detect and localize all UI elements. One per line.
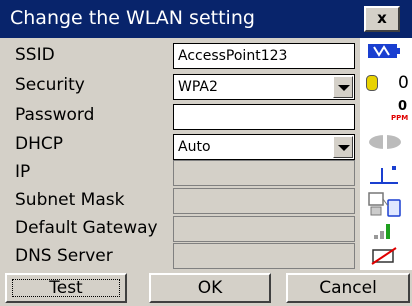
focus-rectangle <box>12 279 120 297</box>
subnet-mask-label: Subnet Mask <box>15 190 125 210</box>
gas-count: 0 <box>398 73 409 93</box>
ssid-label: SSID <box>15 45 55 65</box>
ip-label: IP <box>15 162 31 182</box>
security-dropdown-button[interactable] <box>333 76 353 98</box>
battery-icon <box>368 44 400 58</box>
title-bar: Change the WLAN setting x <box>0 0 412 38</box>
window-title: Change the WLAN setting <box>10 7 255 29</box>
ok-button-label: OK <box>197 278 223 298</box>
status-sidebar: 0 0 PPM <box>360 38 412 270</box>
dhcp-label: DHCP <box>15 134 63 154</box>
security-label: Security <box>15 75 85 95</box>
dns-server-input <box>173 243 355 269</box>
button-bar: Test OK Cancel <box>0 270 412 306</box>
ok-button[interactable]: OK <box>149 273 271 303</box>
dhcp-value: Auto <box>178 139 211 155</box>
wlan-settings-window: Change the WLAN setting x SSID AccessPoi… <box>0 0 412 306</box>
dhcp-select[interactable]: Auto <box>173 134 355 160</box>
password-label: Password <box>15 105 95 125</box>
ssid-input[interactable]: AccessPoint123 <box>173 43 355 69</box>
close-icon: x <box>377 9 387 27</box>
level-icon <box>370 166 398 184</box>
device-connection-icon <box>368 192 401 217</box>
lens-icon <box>369 134 401 150</box>
cancel-button-label: Cancel <box>319 278 377 298</box>
test-button[interactable]: Test <box>5 273 127 303</box>
chevron-down-icon <box>338 145 350 151</box>
ip-input <box>173 160 355 186</box>
default-gateway-input <box>173 216 355 242</box>
wlan-form: SSID AccessPoint123 Security WPA2 Passwo… <box>0 38 360 270</box>
dhcp-dropdown-button[interactable] <box>333 136 353 158</box>
close-button[interactable]: x <box>364 6 400 32</box>
signal-icon <box>374 224 390 239</box>
subnet-mask-input <box>173 188 355 214</box>
cancel-button[interactable]: Cancel <box>286 273 410 303</box>
dns-server-label: DNS Server <box>15 246 113 266</box>
no-connection-icon <box>371 247 397 265</box>
ppm-value: 0 <box>398 99 408 114</box>
security-select[interactable]: WPA2 <box>173 74 355 100</box>
security-value: WPA2 <box>178 79 218 95</box>
default-gateway-label: Default Gateway <box>15 218 158 238</box>
password-input[interactable] <box>173 104 355 130</box>
sensor-icon <box>366 75 378 91</box>
chevron-down-icon <box>338 85 350 91</box>
ppm-unit: PPM <box>391 114 409 122</box>
